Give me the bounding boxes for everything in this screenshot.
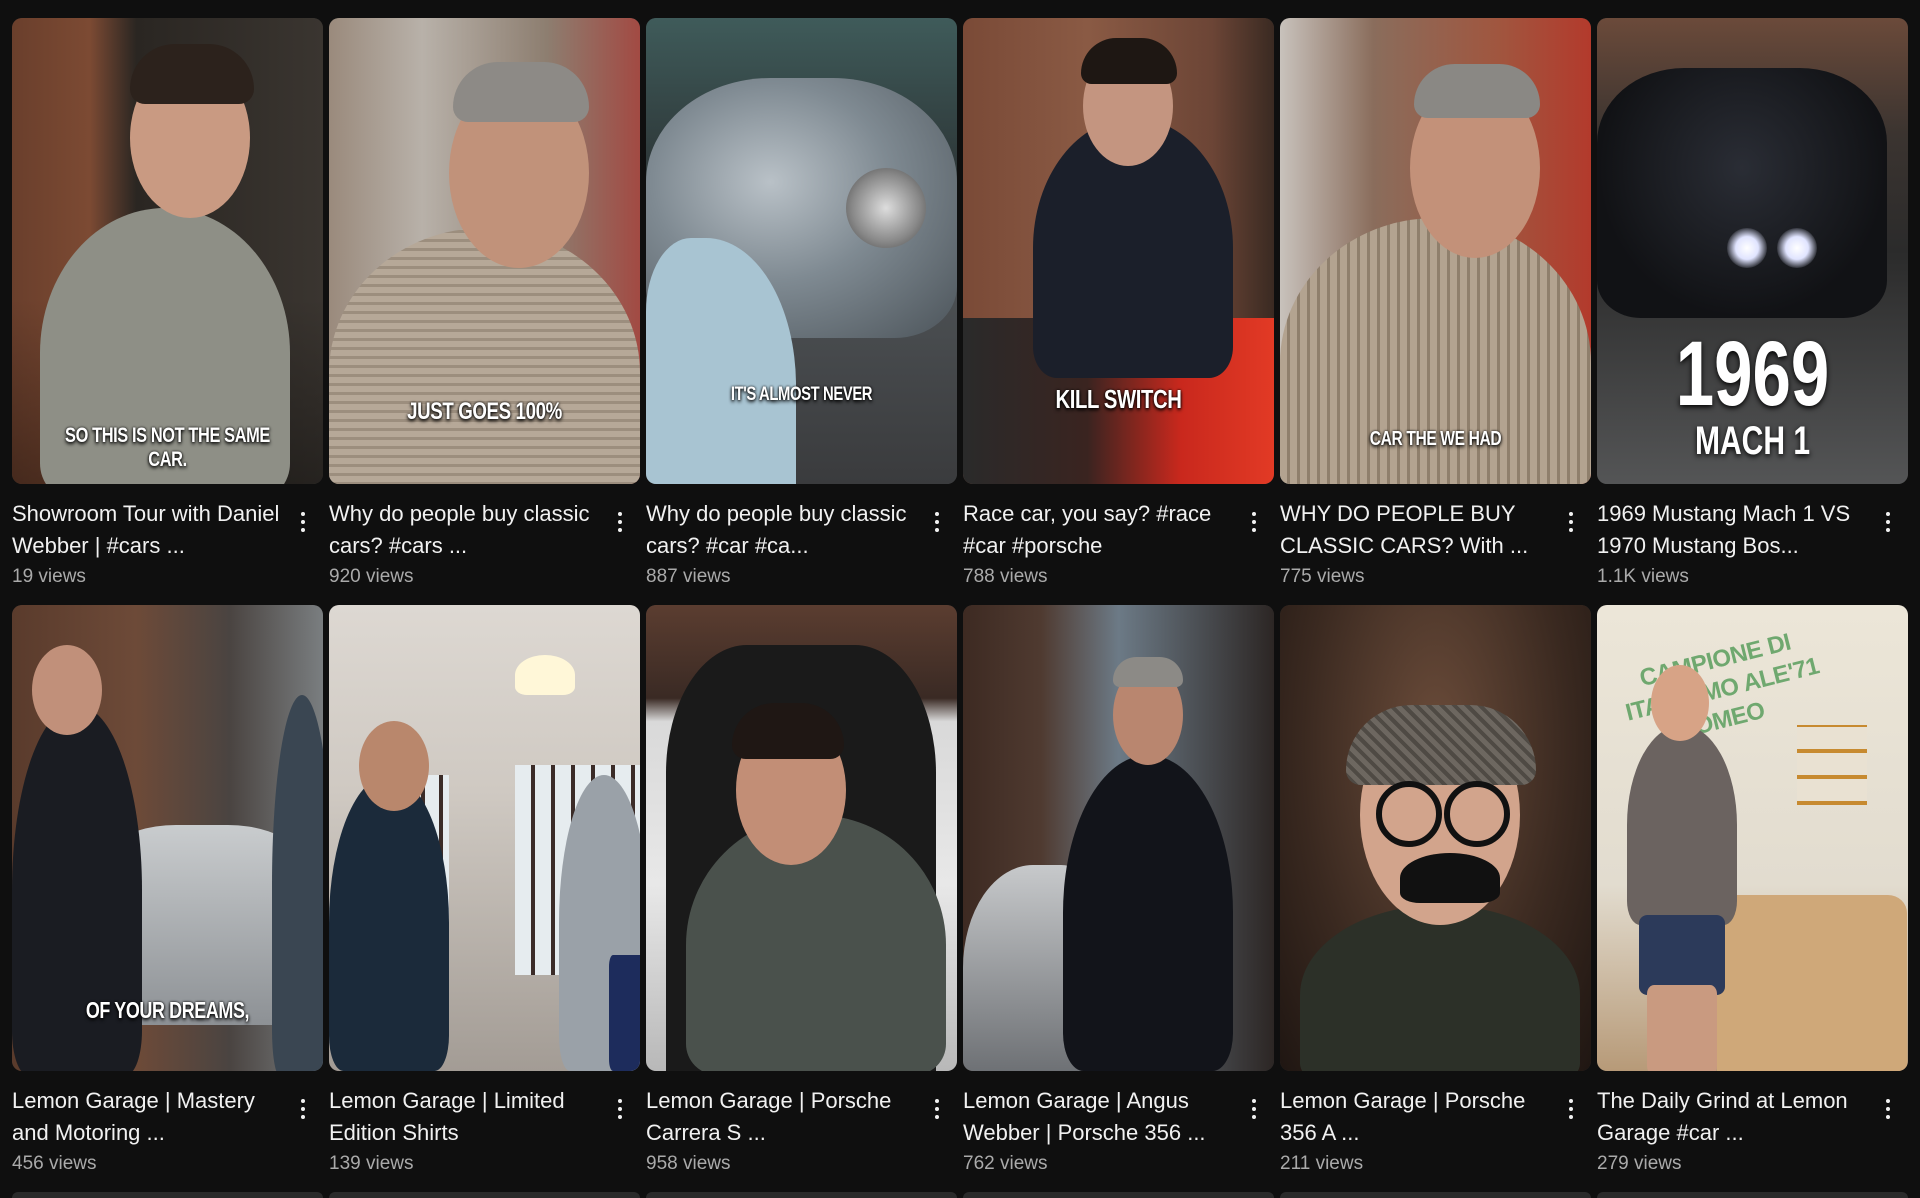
video-card[interactable]: Lemon Garage | Limited Edition Shirts 13…	[329, 605, 640, 1192]
view-count: 279 views	[1597, 1153, 1682, 1174]
view-count: 762 views	[963, 1153, 1048, 1174]
more-options-icon[interactable]	[1242, 1093, 1266, 1125]
video-thumbnail[interactable]: CAMPIONE DI ITALIA MO ALE'71 OMEO	[1597, 605, 1908, 1071]
video-title[interactable]: The Daily Grind at Lemon Garage #car ...	[1597, 1085, 1868, 1149]
view-count: 456 views	[12, 1153, 97, 1174]
video-thumbnail[interactable]	[646, 605, 957, 1071]
view-count: 1.1K views	[1597, 566, 1689, 587]
video-thumbnail[interactable]: JUST GOES 100%	[329, 18, 640, 484]
video-card[interactable]: KILL SWITCH Race car, you say? #race #ca…	[963, 18, 1274, 605]
video-thumbnail[interactable]: SO THIS IS NOT THE SAME CAR.	[12, 18, 323, 484]
view-count: 775 views	[1280, 566, 1365, 587]
video-card[interactable]: Lemon Garage | Porsche 356 A ... 211 vie…	[1280, 605, 1591, 1192]
more-options-icon[interactable]	[1876, 506, 1900, 538]
thumbnail-caption: KILL SWITCH	[1055, 384, 1182, 414]
more-options-icon[interactable]	[925, 1093, 949, 1125]
thumbnail-year-caption: 1969	[1675, 323, 1830, 425]
video-thumbnail[interactable]: IT'S ALMOST NEVER	[646, 18, 957, 484]
thumbnail-caption: CAR THE WE HAD	[1369, 428, 1502, 450]
video-thumbnail[interactable]: 1969 MACH 1	[1597, 18, 1908, 484]
video-title[interactable]: Race car, you say? #race #car #porsche	[963, 498, 1234, 562]
view-count: 958 views	[646, 1153, 731, 1174]
more-options-icon[interactable]	[1559, 1093, 1583, 1125]
video-thumbnail[interactable]: OF YOUR DREAMS,	[12, 605, 323, 1071]
video-card[interactable]: CAR THE WE HAD WHY DO PEOPLE BUY CLASSIC…	[1280, 18, 1591, 605]
video-title[interactable]: WHY DO PEOPLE BUY CLASSIC CARS? With ...	[1280, 498, 1551, 562]
video-card[interactable]: CAMPIONE DI ITALIA MO ALE'71 OMEO The Da…	[1597, 605, 1908, 1192]
view-count: 19 views	[12, 566, 86, 587]
video-card[interactable]: JUST GOES 100% Why do people buy classic…	[329, 18, 640, 605]
video-thumbnail[interactable]: CAR THE WE HAD	[1280, 18, 1591, 484]
thumbnail-caption: JUST GOES 100%	[407, 398, 562, 425]
video-title[interactable]: Lemon Garage | Porsche Carrera S ...	[646, 1085, 917, 1149]
video-title[interactable]: Why do people buy classic cars? #cars ..…	[329, 498, 600, 562]
thumbnail-caption: IT'S ALMOST NEVER	[730, 384, 873, 405]
video-thumbnail[interactable]	[963, 605, 1274, 1071]
view-count: 920 views	[329, 566, 414, 587]
shorts-grid: SO THIS IS NOT THE SAME CAR. Showroom To…	[12, 18, 1916, 1192]
more-options-icon[interactable]	[291, 1093, 315, 1125]
view-count: 788 views	[963, 566, 1048, 587]
thumbnail-caption: SO THIS IS NOT THE SAME CAR.	[65, 424, 270, 471]
video-thumbnail[interactable]	[329, 605, 640, 1071]
more-options-icon[interactable]	[608, 1093, 632, 1125]
video-title[interactable]: Lemon Garage | Porsche 356 A ...	[1280, 1085, 1551, 1149]
video-card[interactable]: OF YOUR DREAMS, Lemon Garage | Mastery a…	[12, 605, 323, 1192]
video-card[interactable]: Lemon Garage | Angus Webber | Porsche 35…	[963, 605, 1274, 1192]
more-options-icon[interactable]	[291, 506, 315, 538]
thumbnail-caption: OF YOUR DREAMS,	[85, 997, 250, 1023]
video-thumbnail[interactable]	[1280, 605, 1591, 1071]
more-options-icon[interactable]	[1242, 506, 1266, 538]
view-count: 887 views	[646, 566, 731, 587]
video-card[interactable]: Lemon Garage | Porsche Carrera S ... 958…	[646, 605, 957, 1192]
video-card[interactable]: IT'S ALMOST NEVER Why do people buy clas…	[646, 18, 957, 605]
more-options-icon[interactable]	[1559, 506, 1583, 538]
thumbnail-model-caption: MACH 1	[1694, 419, 1811, 463]
video-title[interactable]: 1969 Mustang Mach 1 VS 1970 Mustang Bos.…	[1597, 498, 1868, 562]
view-count: 139 views	[329, 1153, 414, 1174]
video-title[interactable]: Lemon Garage | Limited Edition Shirts	[329, 1085, 600, 1149]
view-count: 211 views	[1280, 1153, 1364, 1174]
video-thumbnail[interactable]: KILL SWITCH	[963, 18, 1274, 484]
video-title[interactable]: Lemon Garage | Mastery and Motoring ...	[12, 1085, 283, 1149]
more-options-icon[interactable]	[1876, 1093, 1900, 1125]
video-card[interactable]: SO THIS IS NOT THE SAME CAR. Showroom To…	[12, 18, 323, 605]
video-card[interactable]: 1969 MACH 1 1969 Mustang Mach 1 VS 1970 …	[1597, 18, 1908, 605]
video-title[interactable]: Lemon Garage | Angus Webber | Porsche 35…	[963, 1085, 1234, 1149]
video-title[interactable]: Why do people buy classic cars? #car #ca…	[646, 498, 917, 562]
next-row-thumbnails	[12, 1192, 1916, 1198]
more-options-icon[interactable]	[925, 506, 949, 538]
video-title[interactable]: Showroom Tour with Daniel Webber | #cars…	[12, 498, 283, 562]
more-options-icon[interactable]	[608, 506, 632, 538]
